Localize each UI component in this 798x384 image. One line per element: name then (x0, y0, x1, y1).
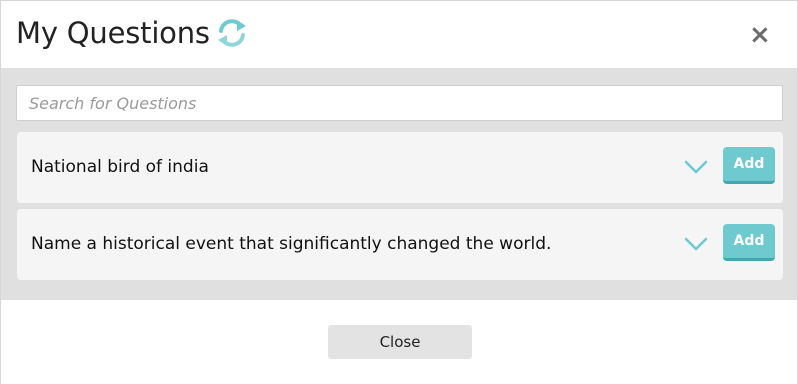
dialog-footer: Close (1, 300, 797, 384)
add-button[interactable]: Add (723, 147, 775, 184)
dialog-title: My Questions (16, 16, 210, 50)
chevron-down-icon[interactable] (683, 235, 709, 253)
question-card: National bird of india Add (17, 132, 783, 203)
my-questions-dialog: My Questions × National bird of india Ad… (0, 0, 798, 384)
question-text: National bird of india (31, 157, 209, 177)
question-text: Name a historical event that significant… (31, 234, 552, 254)
close-icon[interactable]: × (749, 21, 771, 49)
close-button[interactable]: Close (328, 325, 472, 359)
dialog-header: My Questions × (1, 1, 797, 67)
question-card: Name a historical event that significant… (17, 209, 783, 280)
add-button[interactable]: Add (723, 224, 775, 261)
chevron-down-icon[interactable] (683, 158, 709, 176)
refresh-icon[interactable] (215, 16, 249, 50)
search-input[interactable] (16, 85, 783, 121)
questions-panel: National bird of india Add Name a histor… (1, 68, 797, 300)
